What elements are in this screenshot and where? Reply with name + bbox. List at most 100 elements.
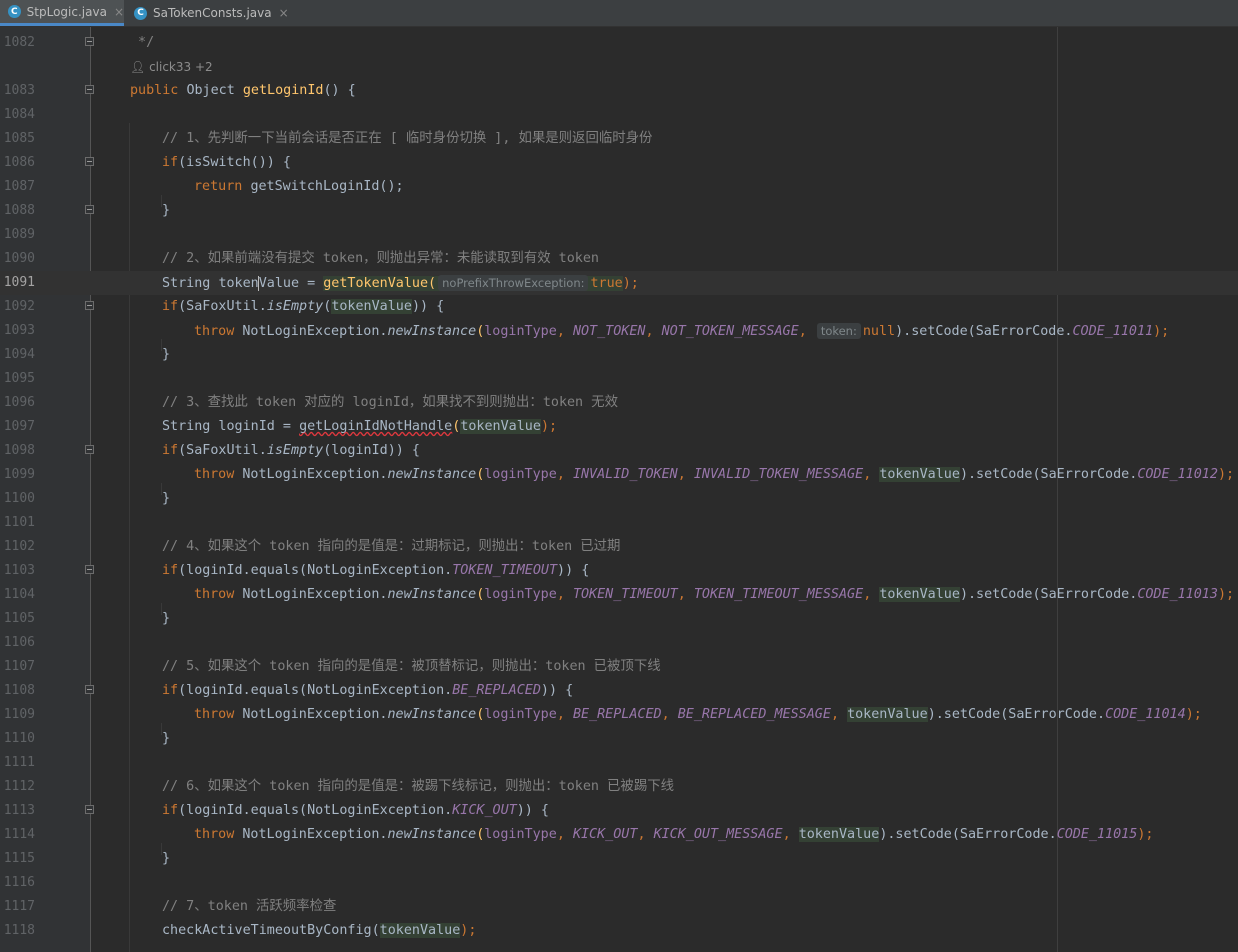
code-line[interactable]: 1097 String loginId = getLoginIdNotHandl… [0, 415, 1238, 439]
code-line[interactable]: 1083 public Object getLoginId() { [0, 79, 1238, 103]
punctuation: ); [1217, 467, 1235, 482]
method-name: getLoginId [242, 83, 324, 98]
line-number: 1088 [3, 203, 35, 218]
code-line[interactable]: 1086 if(isSwitch()) { [0, 151, 1238, 175]
fold-marker-icon[interactable] [85, 37, 94, 46]
fold-marker-icon[interactable] [85, 85, 94, 94]
static-field: CODE_11012 [1137, 467, 1218, 482]
code-text: return getSwitchLoginId(); [194, 175, 404, 199]
code-line[interactable]: 1082 */ [0, 31, 1238, 55]
fold-marker-icon[interactable] [85, 301, 94, 310]
code-line[interactable]: 1109 throw NotLoginException.newInstance… [0, 703, 1238, 727]
static-field: KICK_OUT [452, 803, 517, 818]
fold-marker-icon[interactable] [85, 205, 94, 214]
code-line[interactable]: 1108 if(loginId.equals(NotLoginException… [0, 679, 1238, 703]
code-text: if(loginId.equals(NotLoginException.TOKE… [162, 559, 589, 583]
code-line[interactable]: 1114 throw NotLoginException.newInstance… [0, 823, 1238, 847]
close-icon[interactable]: × [114, 5, 124, 19]
keyword: if [162, 299, 179, 314]
parameter: loginType [484, 467, 557, 482]
code-line-current[interactable]: 1091 String tokenValue = getTokenValue(n… [0, 271, 1238, 295]
code-line[interactable]: 1096 // 3、查找此 token 对应的 loginId，如果找不到则抛出… [0, 391, 1238, 415]
parameter: loginType [484, 587, 557, 602]
static-field: CODE_11014 [1105, 707, 1186, 722]
code-line[interactable]: 1089 [0, 223, 1238, 247]
keyword: if [162, 443, 179, 458]
code-line[interactable]: 1110 } [0, 727, 1238, 751]
static-method: newInstance [387, 467, 477, 482]
line-number: 1118 [3, 923, 35, 938]
code-line[interactable]: 1117 // 7、token 活跃频率检查 [0, 895, 1238, 919]
code-line[interactable]: 1112 // 6、如果这个 token 指向的是值是：被踢下线标记，则抛出：t… [0, 775, 1238, 799]
code-text: if(isSwitch()) { [162, 151, 291, 175]
code-line[interactable]: 1107 // 5、如果这个 token 指向的是值是：被顶替标记，则抛出：to… [0, 655, 1238, 679]
code-line[interactable]: 1118 checkActiveTimeoutByConfig(tokenVal… [0, 919, 1238, 943]
author-names: click33 +2 [149, 60, 213, 74]
code-line[interactable]: 1098 if(SaFoxUtil.isEmpty(loginId)) { [0, 439, 1238, 463]
code-editor[interactable]: 1082 */ 👤︎ click33 +2 1083 public Object… [0, 27, 1238, 952]
fold-marker-icon[interactable] [85, 565, 94, 574]
code-line[interactable]: 1115 } [0, 847, 1238, 871]
keyword: throw [194, 587, 243, 602]
punctuation: , [677, 467, 694, 482]
method-call: getTokenValue( [323, 276, 437, 291]
type: Object [186, 83, 243, 98]
code-line[interactable]: 1100 } [0, 487, 1238, 511]
operator: = [299, 276, 324, 291]
close-icon[interactable]: × [279, 6, 289, 20]
code-line[interactable]: 1116 [0, 871, 1238, 895]
punctuation: , [661, 707, 678, 722]
code-line[interactable]: 1099 throw NotLoginException.newInstance… [0, 463, 1238, 487]
punctuation: )) { [557, 563, 590, 578]
code-line[interactable]: 1084 [0, 103, 1238, 127]
punctuation: , [556, 587, 573, 602]
fold-marker-icon[interactable] [85, 445, 94, 454]
code-line[interactable]: 1092 if(SaFoxUtil.isEmpty(tokenValue)) { [0, 295, 1238, 319]
punctuation: ); [622, 276, 639, 291]
code-line[interactable]: 1090 // 2、如果前端没有提交 token，则抛出异常：未能读取到有效 t… [0, 247, 1238, 271]
code-line[interactable]: 1103 if(loginId.equals(NotLoginException… [0, 559, 1238, 583]
static-field: BE_REPLACED_MESSAGE [677, 707, 831, 722]
code-line[interactable]: 1085 // 1、先判断一下当前会话是否正在 [ 临时身份切换 ], 如果是则… [0, 127, 1238, 151]
tab-satokenconsts[interactable]: C SaTokenConsts.java × [126, 0, 296, 26]
class-name: NotLoginException. [242, 827, 388, 842]
fold-marker-icon[interactable] [85, 157, 94, 166]
code-line[interactable]: 1102 // 4、如果这个 token 指向的是值是：过期标记，则抛出：tok… [0, 535, 1238, 559]
punctuation: ); [1137, 827, 1154, 842]
static-field: NOT_TOKEN [572, 324, 646, 339]
code-text: if(loginId.equals(NotLoginException.KICK… [162, 799, 549, 823]
line-number: 1085 [3, 131, 35, 146]
line-number: 1097 [3, 419, 35, 434]
keyword: if [162, 683, 179, 698]
parameter: loginType [484, 324, 557, 339]
code-text: throw NotLoginException.newInstance(logi… [194, 703, 1202, 727]
code-line[interactable]: 1093 throw NotLoginException.newInstance… [0, 319, 1238, 343]
line-number: 1117 [3, 899, 35, 914]
code-line[interactable]: 1111 [0, 751, 1238, 775]
code-line[interactable]: 1104 throw NotLoginException.newInstance… [0, 583, 1238, 607]
code-line[interactable]: 1088 } [0, 199, 1238, 223]
brace: } [162, 611, 171, 626]
code-text: */ [130, 35, 155, 50]
expression: (loginId.equals(NotLoginException. [178, 803, 453, 818]
line-number: 1116 [3, 875, 35, 890]
parameter: loginType [484, 827, 557, 842]
fold-marker-icon[interactable] [85, 805, 94, 814]
static-field: BE_REPLACED [452, 683, 541, 698]
code-line[interactable]: 1113 if(loginId.equals(NotLoginException… [0, 799, 1238, 823]
code-line[interactable]: 1105 } [0, 607, 1238, 631]
author-inlay-hint[interactable]: 👤︎ click33 +2 [130, 55, 213, 79]
code-line[interactable]: 1106 [0, 631, 1238, 655]
fold-marker-icon[interactable] [85, 685, 94, 694]
expression: ).setCode(SaErrorCode. [927, 707, 1106, 722]
code-line[interactable]: 1094 } [0, 343, 1238, 367]
code-text: String tokenValue = getTokenValue(noPref… [162, 271, 639, 296]
code-line[interactable]: 1095 [0, 367, 1238, 391]
code-text: if(loginId.equals(NotLoginException.BE_R… [162, 679, 573, 703]
variable-highlight: tokenValue [879, 587, 960, 602]
tab-stplogic[interactable]: C StpLogic.java × [0, 0, 124, 26]
punctuation: , [798, 324, 815, 339]
line-number: 1102 [3, 539, 35, 554]
code-line[interactable]: 1087 return getSwitchLoginId(); [0, 175, 1238, 199]
code-line[interactable]: 1101 [0, 511, 1238, 535]
